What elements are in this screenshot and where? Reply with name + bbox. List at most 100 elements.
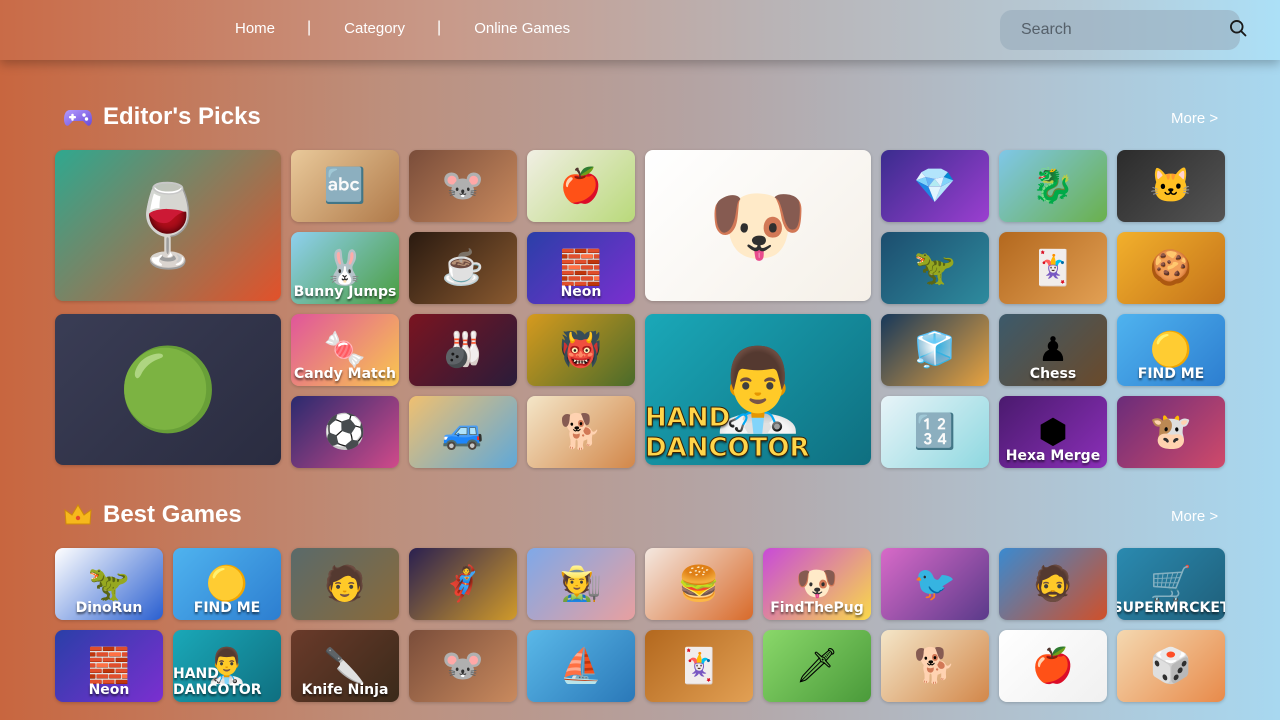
apple-game-tile[interactable]: 🍎: [999, 630, 1107, 702]
tile-caption: DinoRun: [75, 600, 143, 616]
dino-runner-game-tile[interactable]: 🦖: [881, 232, 989, 304]
cube-merge-game-tile[interactable]: 🔢: [881, 396, 989, 468]
tile-caption: SUPERMRCKET: [1117, 600, 1225, 616]
monster-cow-game-tile[interactable]: 🐮: [1117, 396, 1225, 468]
cube-runner-game-tile[interactable]: 🧊: [881, 314, 989, 386]
blue-bird-game-thumbnail-icon: 🐦: [913, 565, 957, 603]
search-icon[interactable]: [1228, 18, 1248, 43]
tile-caption: Chess: [1029, 366, 1077, 382]
gems-game-thumbnail-icon: 💎: [913, 167, 957, 205]
water-cup-game-tile[interactable]: ☕: [409, 232, 517, 304]
pet-shop-game-2-thumbnail-icon: 🐕: [913, 647, 957, 685]
bowling-game-thumbnail-icon: 🎳: [441, 331, 485, 369]
gamepad-icon: [64, 110, 92, 126]
boat-game-tile[interactable]: ⛵: [527, 630, 635, 702]
tile-caption: HAND DANCOTOR: [173, 666, 262, 698]
hand-doctor-game-2-tile[interactable]: 👨‍⚕️ HAND DANCOTOR: [173, 630, 281, 702]
dice-game-tile[interactable]: 🎲: [1117, 630, 1225, 702]
survivor-game-tile[interactable]: 🧑: [291, 548, 399, 620]
cookie-clicker-game-tile[interactable]: 🍪: [1117, 232, 1225, 304]
nav-separator: |: [437, 19, 442, 36]
neon-blocks-game-2-tile[interactable]: 🧱 Neon: [55, 630, 163, 702]
tile-caption: Neon: [88, 682, 130, 698]
ogre-warrior-game-thumbnail-icon: 👹: [559, 331, 603, 369]
soccer-game-thumbnail-icon: ⚽: [323, 413, 367, 451]
hexa-merge-game-tile[interactable]: ⬢ Hexa Merge: [999, 396, 1107, 468]
boat-game-thumbnail-icon: ⛵: [559, 647, 603, 685]
word-search-game-thumbnail-icon: 🔤: [323, 167, 367, 205]
chess-game-tile[interactable]: ♟ Chess: [999, 314, 1107, 386]
car-city-game-tile[interactable]: 🚙: [409, 396, 517, 468]
car-city-game-thumbnail-icon: 🚙: [441, 413, 485, 451]
solitaire-game-tile[interactable]: 🃏: [999, 232, 1107, 304]
mouse-star-game-tile[interactable]: 🐭: [409, 150, 517, 222]
apple-shot-game-thumbnail-icon: 🍎: [559, 167, 603, 205]
pets-puzzle-game-tile[interactable]: 🐱: [1117, 150, 1225, 222]
water-cup-game-thumbnail-icon: ☕: [441, 249, 485, 287]
dog-game-thumbnail-icon: 🐶: [708, 180, 808, 270]
apple-shot-game-tile[interactable]: 🍎: [527, 150, 635, 222]
tile-caption: Neon: [560, 284, 602, 300]
candy-match-game-tile[interactable]: 🍬 Candy Match: [291, 314, 399, 386]
editors-picks-heading: Editor's Picks: [63, 103, 261, 131]
pet-shop-game-thumbnail-icon: 🐕: [559, 413, 603, 451]
carnival-chef-game-thumbnail-icon: 🍷: [118, 180, 218, 270]
search-box: [1000, 10, 1247, 50]
farmer-game-thumbnail-icon: 🧑‍🌾: [559, 565, 603, 603]
best-games-more-link[interactable]: More >: [1171, 508, 1218, 525]
ogre-warrior-game-tile[interactable]: 👹: [527, 314, 635, 386]
mouse-star-game-2-thumbnail-icon: 🐭: [441, 647, 485, 685]
burger-game-thumbnail-icon: 🍔: [677, 565, 721, 603]
burger-game-tile[interactable]: 🍔: [645, 548, 753, 620]
dragon-game-tile[interactable]: 🐉: [999, 150, 1107, 222]
solitaire-game-thumbnail-icon: 🃏: [1031, 249, 1075, 287]
color-balls-game-tile[interactable]: 🟢: [55, 314, 281, 465]
hand-doctor-game-tile[interactable]: 👨‍⚕️ HAND DANCOTOR: [645, 314, 871, 465]
site-header: Home | Category | Online Games: [0, 0, 1280, 60]
blue-bird-game-tile[interactable]: 🐦: [881, 548, 989, 620]
dragon-game-thumbnail-icon: 🐉: [1031, 167, 1075, 205]
search-input[interactable]: [1021, 21, 1228, 39]
bunny-jumps-game-tile[interactable]: 🐰 Bunny Jumps: [291, 232, 399, 304]
soccer-game-tile[interactable]: ⚽: [291, 396, 399, 468]
tap-supermarket-game-tile[interactable]: 🛒 SUPERMRCKET: [1117, 548, 1225, 620]
mouse-star-game-thumbnail-icon: 🐭: [441, 167, 485, 205]
apple-game-thumbnail-icon: 🍎: [1031, 647, 1075, 685]
dino-runner-game-thumbnail-icon: 🦖: [913, 249, 957, 287]
nav-category-link[interactable]: Category: [344, 20, 405, 37]
farmer-game-tile[interactable]: 🧑‍🌾: [527, 548, 635, 620]
tile-caption: Candy Match: [293, 366, 397, 382]
dog-game-tile[interactable]: 🐶: [645, 150, 871, 301]
tile-caption: Bunny Jumps: [293, 284, 397, 300]
editors-picks-more-link[interactable]: More >: [1171, 110, 1218, 127]
section-title: Editor's Picks: [103, 103, 261, 130]
pet-shop-game-tile[interactable]: 🐕: [527, 396, 635, 468]
gems-game-tile[interactable]: 💎: [881, 150, 989, 222]
find-the-pug-game-tile[interactable]: 🐶 FindThePug: [763, 548, 871, 620]
solitaire-game-2-thumbnail-icon: 🃏: [677, 647, 721, 685]
dino-run-game-tile[interactable]: 🦖 DinoRun: [55, 548, 163, 620]
solitaire-game-2-tile[interactable]: 🃏: [645, 630, 753, 702]
crown-icon: [64, 504, 92, 525]
word-search-game-tile[interactable]: 🔤: [291, 150, 399, 222]
main-nav: Home | Category | Online Games: [235, 19, 570, 37]
mouse-star-game-2-tile[interactable]: 🐭: [409, 630, 517, 702]
best-games-heading: Best Games: [63, 501, 242, 529]
captain-game-thumbnail-icon: 🧔: [1031, 565, 1075, 603]
carnival-chef-game-tile[interactable]: 🍷: [55, 150, 281, 301]
bowling-game-tile[interactable]: 🎳: [409, 314, 517, 386]
hero-warrior-game-tile[interactable]: 🦸: [409, 548, 517, 620]
nav-online-games-link[interactable]: Online Games: [474, 20, 570, 37]
find-me-game-2-tile[interactable]: 🟡 FIND ME: [173, 548, 281, 620]
nav-separator: |: [307, 19, 312, 36]
knife-ninja-game-tile[interactable]: 🔪 Knife Ninja: [291, 630, 399, 702]
neon-blocks-game-tile[interactable]: 🧱 Neon: [527, 232, 635, 304]
tile-caption: FindThePug: [770, 600, 864, 616]
captain-game-tile[interactable]: 🧔: [999, 548, 1107, 620]
find-me-game-tile[interactable]: 🟡 FIND ME: [1117, 314, 1225, 386]
pet-shop-game-2-tile[interactable]: 🐕: [881, 630, 989, 702]
color-balls-game-thumbnail-icon: 🟢: [118, 344, 218, 434]
pixel-adventure-game-tile[interactable]: 🗡: [763, 630, 871, 702]
nav-home-link[interactable]: Home: [235, 20, 275, 37]
tile-caption: FIND ME: [193, 600, 261, 616]
